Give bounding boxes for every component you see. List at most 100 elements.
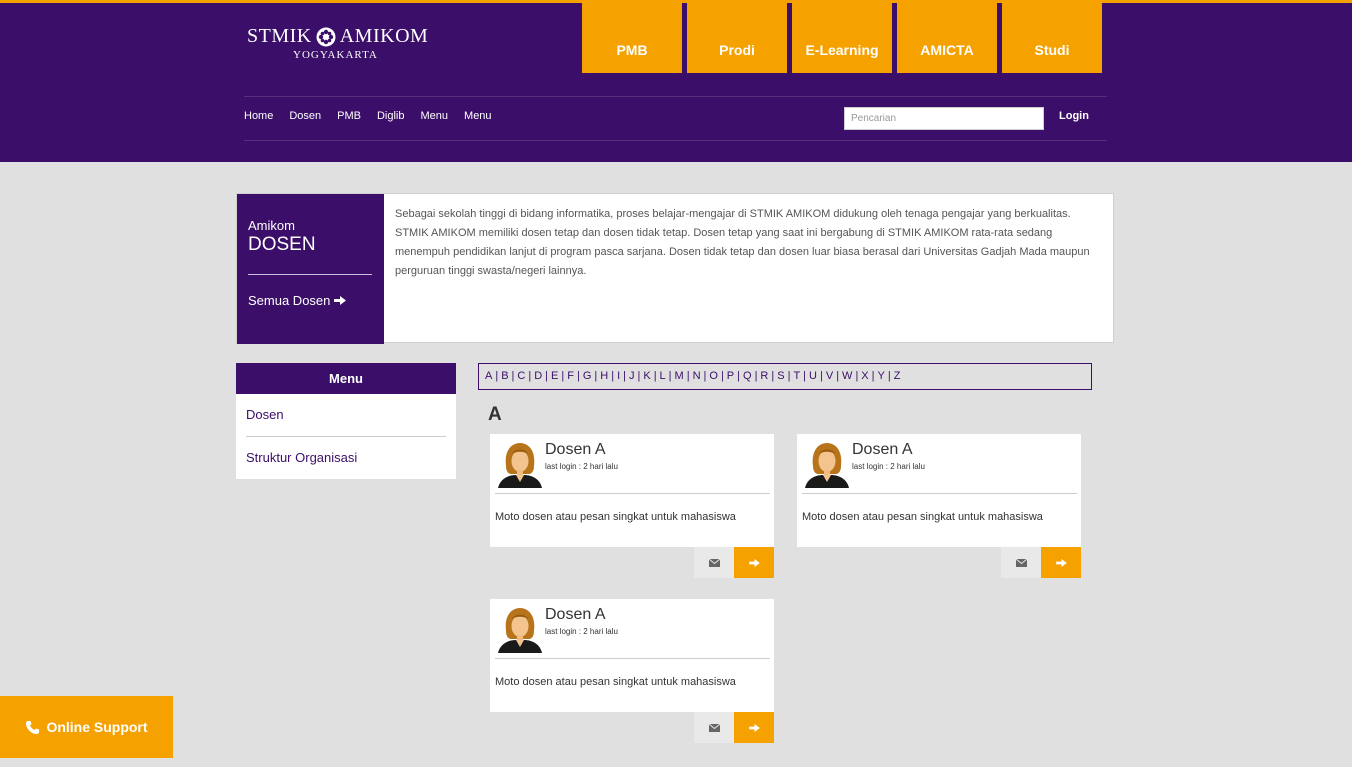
alphabet-letter-m[interactable]: M [675, 370, 684, 382]
alphabet-letter-p[interactable]: P [727, 370, 734, 382]
subnav-menu-2[interactable]: Menu [464, 110, 492, 122]
intro-sidebar: Amikom DOSEN Semua Dosen [237, 194, 384, 344]
phone-icon [26, 720, 40, 734]
last-login: last login : 2 hari lalu [852, 462, 925, 471]
female-avatar-icon [498, 608, 542, 653]
alphabet-separator: | [623, 370, 626, 382]
alphabet-letter-i[interactable]: I [617, 370, 620, 382]
intro-box: Amikom DOSEN Semua Dosen Sebagai sekolah… [236, 193, 1114, 344]
dosen-name[interactable]: Dosen A [545, 606, 605, 624]
alphabet-letter-l[interactable]: L [660, 370, 666, 382]
flower-emblem-icon [316, 27, 336, 46]
alphabet-separator: | [686, 370, 690, 382]
alphabet-separator: | [787, 370, 791, 382]
alphabet-letter-j[interactable]: J [629, 370, 635, 382]
alphabet-separator: | [545, 370, 549, 382]
alphabet-letter-a[interactable]: A [485, 370, 492, 382]
topnav-pmb[interactable]: PMB [582, 3, 682, 73]
alphabet-separator: | [576, 370, 580, 382]
alphabet-separator: | [703, 370, 707, 382]
view-profile-button[interactable] [734, 712, 774, 743]
intro-brand: Amikom [248, 218, 295, 233]
alphabet-letter-f[interactable]: F [567, 370, 574, 382]
subnav-dosen[interactable]: Dosen [289, 110, 321, 122]
alphabet-letter-d[interactable]: D [534, 370, 542, 382]
mail-icon [708, 723, 720, 732]
alphabet-letter-o[interactable]: O [709, 370, 718, 382]
alphabet-letter-c[interactable]: C [517, 370, 525, 382]
side-menu-header: Menu [236, 363, 456, 394]
view-profile-button[interactable] [734, 547, 774, 578]
dosen-card: Dosen A last login : 2 hari lalu Moto do… [490, 599, 774, 744]
card-divider [495, 658, 770, 659]
alphabet-separator: | [511, 370, 515, 382]
alphabet-letter-x[interactable]: X [861, 370, 868, 382]
side-menu-item-struktur[interactable]: Struktur Organisasi [246, 436, 446, 479]
alphabet-letter-z[interactable]: Z [894, 370, 901, 382]
dosen-card: Dosen A last login : 2 hari lalu Moto do… [797, 434, 1081, 579]
alphabet-separator: | [637, 370, 641, 382]
topnav-studi[interactable]: Studi [1002, 3, 1102, 73]
topnav-prodi[interactable]: Prodi [687, 3, 787, 73]
alphabet-letter-h[interactable]: H [600, 370, 608, 382]
alphabet-letter-t[interactable]: T [793, 370, 800, 382]
card-divider [495, 493, 770, 494]
all-dosen-link[interactable]: Semua Dosen [248, 293, 373, 308]
section-letter: A [488, 404, 502, 425]
alphabet-separator: | [720, 370, 724, 382]
alphabet-filter: A | B | C | D | E | F | G | H | I | J | K | L | M | N | O | P | Q | R | S | T |… [478, 363, 1092, 390]
alphabet-letter-b[interactable]: B [501, 370, 508, 382]
subnav-pmb[interactable]: PMB [337, 110, 361, 122]
card-divider [802, 493, 1077, 494]
intro-description: Sebagai sekolah tinggi di bidang informa… [395, 208, 1090, 277]
alphabet-letter-g[interactable]: G [583, 370, 592, 382]
alphabet-separator: | [871, 370, 875, 382]
top-nav: PMB Prodi E-Learning AMICTA Studi [582, 3, 1107, 73]
view-profile-button[interactable] [1041, 547, 1081, 578]
alphabet-letter-q[interactable]: Q [743, 370, 752, 382]
alphabet-letter-v[interactable]: V [826, 370, 833, 382]
logo-text-left: STMIK [247, 25, 312, 47]
alphabet-letter-k[interactable]: K [643, 370, 650, 382]
side-menu-item-dosen[interactable]: Dosen [246, 394, 446, 436]
alphabet-separator: | [836, 370, 840, 382]
dosen-name[interactable]: Dosen A [545, 441, 605, 459]
alphabet-letter-y[interactable]: Y [878, 370, 885, 382]
alphabet-separator: | [594, 370, 598, 382]
topnav-amicta[interactable]: AMICTA [897, 3, 997, 73]
alphabet-separator: | [653, 370, 657, 382]
last-login: last login : 2 hari lalu [545, 627, 618, 636]
alphabet-letter-n[interactable]: N [693, 370, 701, 382]
dosen-name[interactable]: Dosen A [852, 441, 912, 459]
female-avatar-icon [498, 443, 542, 488]
alphabet-letter-e[interactable]: E [551, 370, 558, 382]
alphabet-letter-w[interactable]: W [842, 370, 852, 382]
logo-subtitle: YOGYAKARTA [293, 49, 378, 61]
dosen-card: Dosen A last login : 2 hari lalu Moto do… [490, 434, 774, 579]
subnav-home[interactable]: Home [244, 110, 273, 122]
arrow-right-icon [748, 558, 760, 567]
mail-button[interactable] [1001, 547, 1041, 578]
site-logo[interactable]: STMIK AMIKOM YOGYAKARTA [247, 25, 428, 61]
login-link[interactable]: Login [1059, 110, 1089, 122]
alphabet-separator: | [771, 370, 775, 382]
alphabet-separator: | [754, 370, 758, 382]
topnav-elearning[interactable]: E-Learning [792, 3, 892, 73]
site-header: STMIK AMIKOM YOGYAKARTA PMB Prodi E-Lear… [0, 0, 1352, 162]
arrow-right-icon [1055, 558, 1067, 567]
alphabet-letter-s[interactable]: S [777, 370, 784, 382]
mail-button[interactable] [694, 547, 734, 578]
subnav-diglib[interactable]: Diglib [377, 110, 405, 122]
mail-button[interactable] [694, 712, 734, 743]
subnav-menu-1[interactable]: Menu [421, 110, 449, 122]
alphabet-separator: | [668, 370, 672, 382]
alphabet-separator: | [887, 370, 891, 382]
last-login: last login : 2 hari lalu [545, 462, 618, 471]
alphabet-letter-u[interactable]: U [809, 370, 817, 382]
online-support-button[interactable]: Online Support [0, 696, 173, 758]
logo-text-right: AMIKOM [339, 25, 429, 47]
dosen-moto: Moto dosen atau pesan singkat untuk maha… [495, 676, 736, 688]
alphabet-letter-r[interactable]: R [760, 370, 768, 382]
alphabet-separator: | [819, 370, 823, 382]
search-input[interactable] [844, 107, 1044, 130]
